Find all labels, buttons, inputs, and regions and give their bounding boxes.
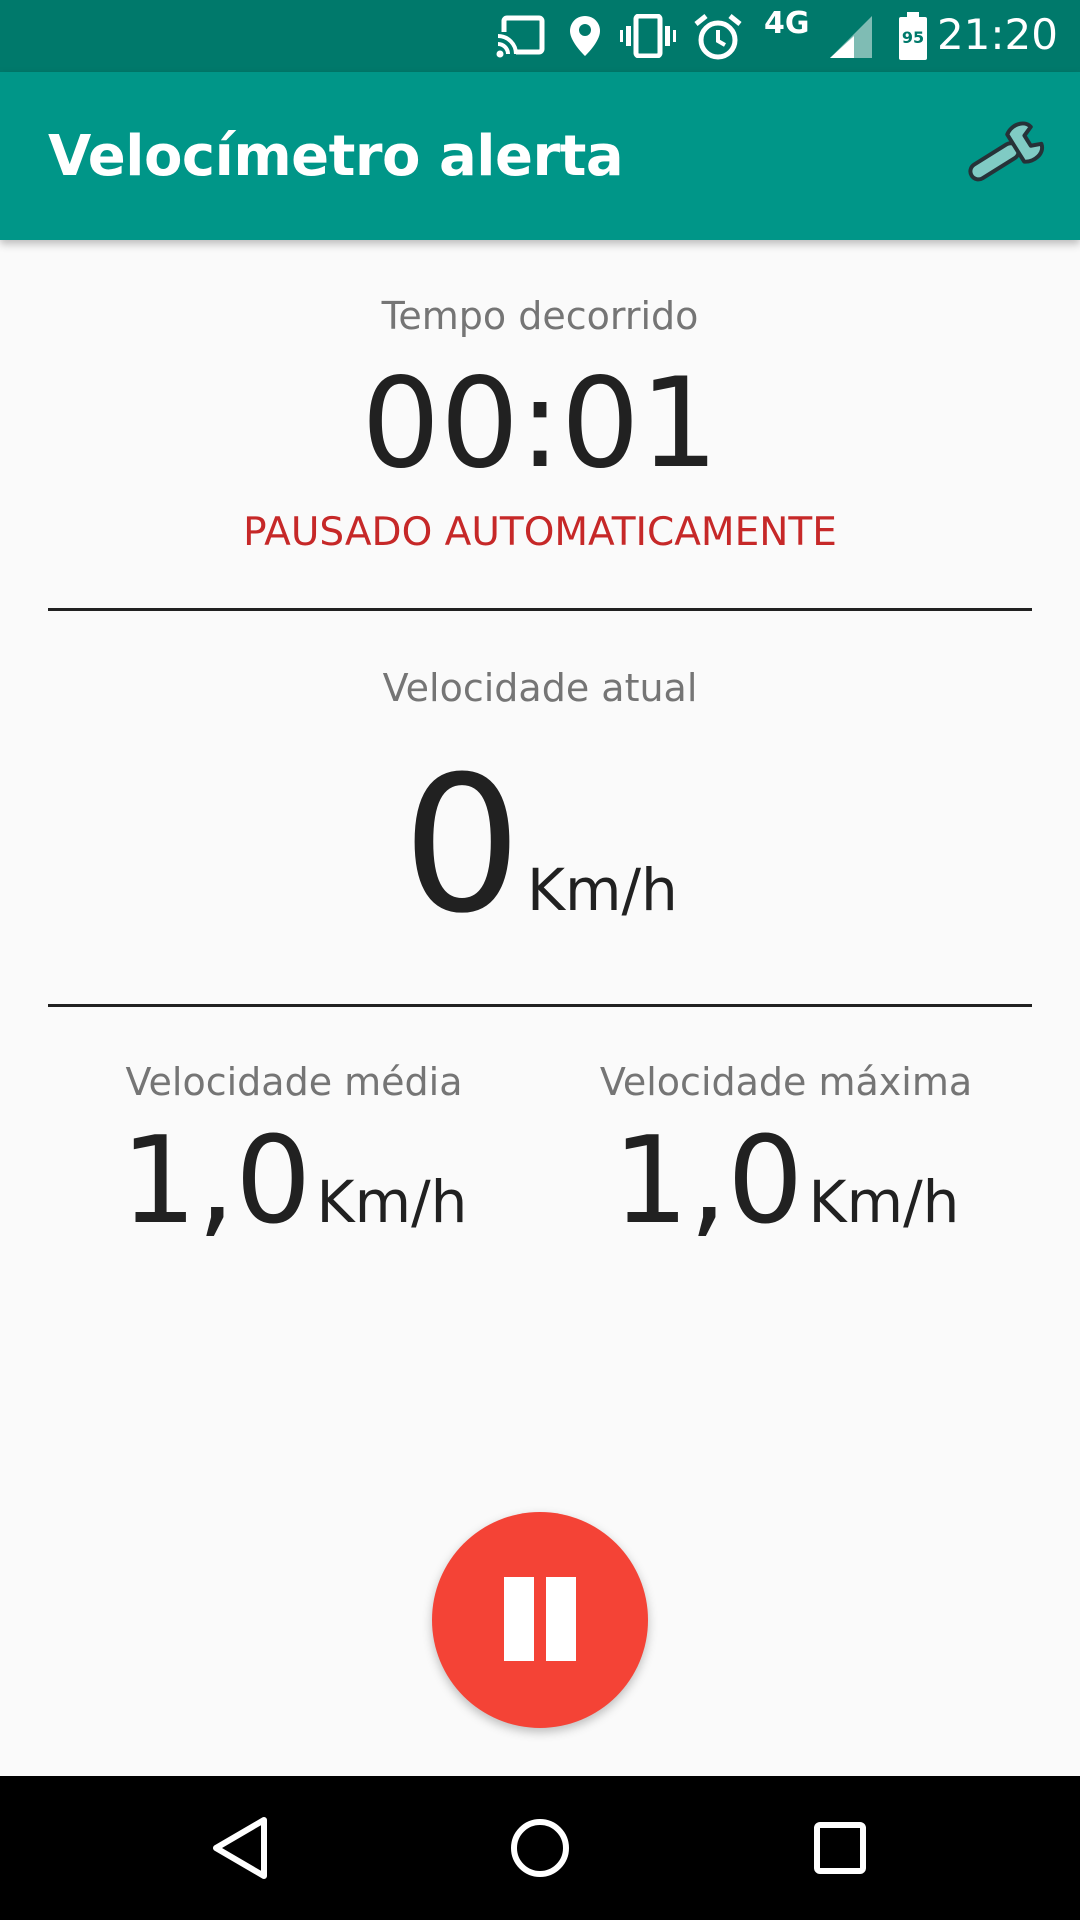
home-icon xyxy=(511,1819,569,1877)
average-speed-unit: Km/h xyxy=(316,1168,468,1236)
cast-icon xyxy=(496,14,546,62)
battery-level: 95 xyxy=(901,28,925,47)
max-speed-label: Velocidade máxima xyxy=(599,1060,973,1104)
average-speed-label: Velocidade média xyxy=(125,1060,463,1104)
alarm-icon xyxy=(694,14,742,64)
network-type: 4G xyxy=(764,6,810,41)
home-button[interactable] xyxy=(480,1800,600,1896)
max-speed-block: Velocidade máxima 1,0 Km/h xyxy=(536,1060,1036,1242)
paused-status: PAUSADO AUTOMATICAMENTE xyxy=(243,510,837,555)
wrench-icon xyxy=(968,121,1045,182)
current-speed-value: 0 xyxy=(402,736,522,955)
max-speed-value: 1,0 xyxy=(612,1112,804,1251)
back-button[interactable] xyxy=(180,1800,300,1896)
current-speed-label: Velocidade atual xyxy=(382,666,698,710)
average-speed-value: 1,0 xyxy=(120,1112,312,1251)
divider-bottom xyxy=(48,1004,1032,1007)
back-icon xyxy=(213,1817,267,1879)
status-bar: 4G 95 21:20 xyxy=(0,0,1080,72)
current-speed-unit: Km/h xyxy=(526,856,678,924)
navigation-bar xyxy=(0,1776,1080,1920)
settings-button[interactable] xyxy=(960,118,1046,194)
max-speed-unit: Km/h xyxy=(808,1168,960,1236)
elapsed-value: 00:01 xyxy=(361,352,719,496)
divider-top xyxy=(48,608,1032,611)
elapsed-label: Tempo decorrido xyxy=(381,294,699,338)
vibrate-icon xyxy=(620,13,676,62)
current-speed-row: 0 Km/h xyxy=(0,752,1080,940)
location-icon xyxy=(568,14,602,62)
app-bar: Velocímetro alerta xyxy=(0,72,1080,240)
app-title: Velocímetro alerta xyxy=(48,124,624,189)
screen: 4G 95 21:20 Velocímetro alerta Tempo dec… xyxy=(0,0,1080,1920)
status-time: 21:20 xyxy=(936,10,1058,59)
average-speed-block: Velocidade média 1,0 Km/h xyxy=(44,1060,544,1242)
signal-icon xyxy=(828,16,874,62)
pause-button[interactable] xyxy=(432,1512,648,1728)
recents-icon xyxy=(814,1822,866,1874)
recents-button[interactable] xyxy=(780,1800,900,1896)
